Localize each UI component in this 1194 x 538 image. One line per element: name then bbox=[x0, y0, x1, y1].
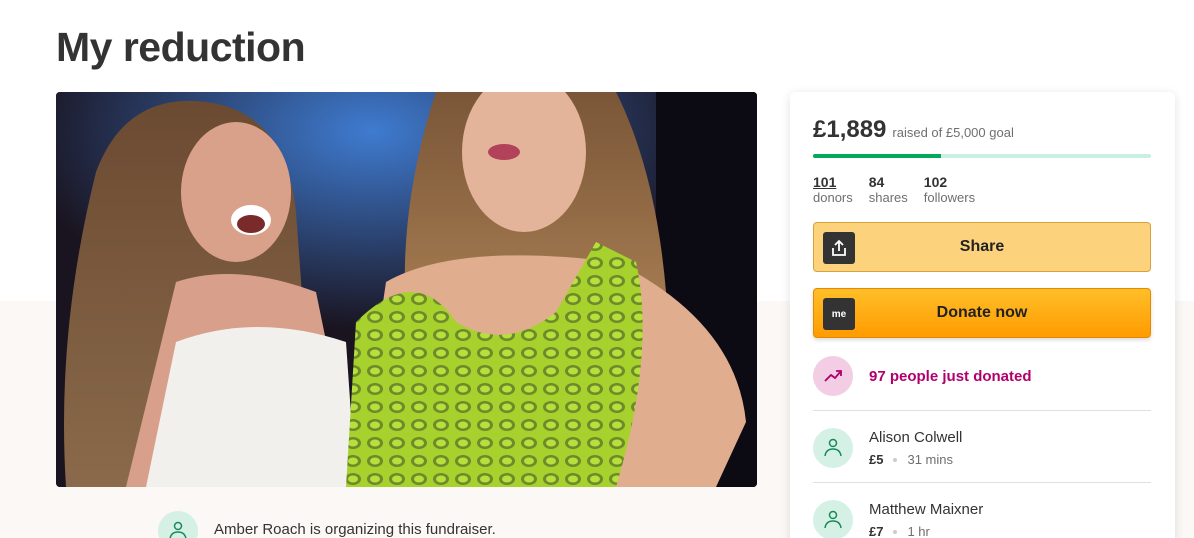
separator-dot bbox=[893, 529, 898, 534]
donation-sidebar-card: £1,889 raised of £5,000 goal 101 donors … bbox=[790, 92, 1175, 538]
gofundme-logo-text: me bbox=[831, 308, 847, 320]
stat-shares-value: 84 bbox=[868, 174, 885, 190]
divider bbox=[813, 482, 1151, 483]
page-title: My reduction bbox=[56, 24, 306, 70]
donor-name: Matthew Maixner bbox=[869, 501, 984, 518]
goal-text: raised of £5,000 goal bbox=[892, 125, 1014, 140]
organizer-avatar bbox=[158, 511, 198, 538]
donation-item: Matthew Maixner £7 1 hr bbox=[813, 500, 1151, 538]
stat-donors-value[interactable]: 101 bbox=[813, 174, 853, 190]
donation-time: 1 hr bbox=[907, 524, 930, 538]
trend-badge bbox=[813, 356, 853, 396]
organizer-text: Amber Roach is organizing this fundraise… bbox=[214, 521, 496, 538]
donor-avatar bbox=[813, 428, 853, 468]
donor-meta: £7 1 hr bbox=[869, 524, 983, 538]
donation-amount: £7 bbox=[869, 524, 884, 538]
progress-bar bbox=[813, 154, 1151, 158]
donation-amount: £5 bbox=[869, 452, 884, 467]
heart-hand-icon bbox=[824, 438, 842, 457]
stat-followers-value: 102 bbox=[923, 174, 948, 190]
share-button-label: Share bbox=[959, 238, 1005, 255]
donor-info: Matthew Maixner £7 1 hr bbox=[869, 500, 983, 538]
stat-followers-label: followers bbox=[923, 190, 976, 205]
trending-up-icon bbox=[824, 370, 842, 382]
donor-name: Alison Colwell bbox=[869, 429, 963, 446]
amount-row: £1,889 raised of £5,000 goal bbox=[813, 116, 1151, 146]
donation-item: Alison Colwell £5 31 mins bbox=[813, 428, 1151, 468]
stat-donors[interactable]: 101 donors bbox=[813, 174, 853, 206]
just-donated-text: 97 people just donated bbox=[869, 367, 1032, 385]
heart-hand-icon bbox=[169, 521, 187, 538]
share-upload-icon bbox=[823, 232, 855, 264]
donate-button-label: Donate now bbox=[936, 304, 1028, 321]
donate-now-button[interactable]: me Donate now bbox=[813, 288, 1151, 338]
raised-amount: £1,889 bbox=[813, 116, 887, 143]
divider bbox=[813, 410, 1151, 411]
donor-meta: £5 31 mins bbox=[869, 452, 962, 467]
organizer-row: Amber Roach is organizing this fundraise… bbox=[158, 511, 496, 538]
share-button[interactable]: Share bbox=[813, 222, 1151, 272]
gofundme-logo-icon: me bbox=[823, 298, 855, 330]
just-donated-row: 97 people just donated bbox=[813, 356, 1151, 396]
donor-avatar bbox=[813, 500, 853, 538]
stats-row: 101 donors 84 shares 102 followers bbox=[813, 174, 1151, 206]
fundraiser-hero-image[interactable] bbox=[56, 92, 757, 487]
stat-shares: 84 shares bbox=[869, 174, 908, 206]
donation-time: 31 mins bbox=[907, 452, 953, 467]
stat-donors-label: donors bbox=[813, 190, 853, 205]
progress-bar-fill bbox=[813, 154, 941, 158]
donor-info: Alison Colwell £5 31 mins bbox=[869, 428, 962, 467]
stat-followers: 102 followers bbox=[924, 174, 975, 206]
separator-dot bbox=[893, 457, 898, 462]
stat-shares-label: shares bbox=[868, 190, 908, 205]
heart-hand-icon bbox=[824, 510, 842, 529]
